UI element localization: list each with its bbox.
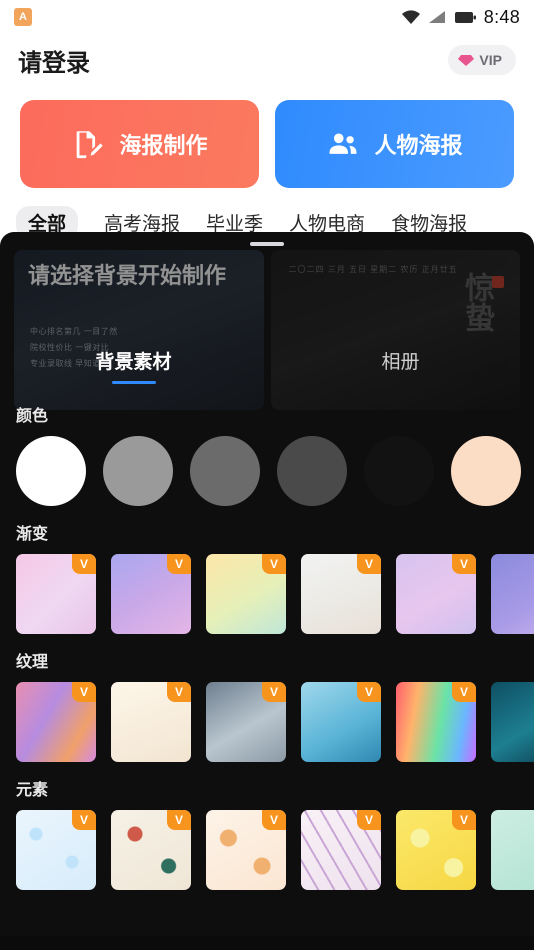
poster-make-label: 海报制作 <box>119 133 208 158</box>
vip-flag-icon: V <box>357 554 381 574</box>
battery-icon <box>454 10 477 24</box>
texture-thumb[interactable]: V <box>16 682 96 762</box>
preview-line: 中心排名第几 一目了然 <box>30 327 118 336</box>
people-icon <box>326 127 360 161</box>
gradient-thumb[interactable]: V <box>206 554 286 634</box>
app-badge-icon: A <box>14 8 32 26</box>
vip-flag-icon: V <box>167 682 191 702</box>
texture-thumb[interactable]: V <box>206 682 286 762</box>
clock: 8:48 <box>483 6 520 27</box>
poster-make-button[interactable]: 海报制作 <box>20 100 259 188</box>
header: 请登录 VIP <box>0 34 534 86</box>
page-title[interactable]: 请登录 <box>18 43 90 78</box>
gradient-thumb[interactable]: V <box>16 554 96 634</box>
texture-row[interactable]: V V V V V V <box>0 682 534 762</box>
wifi-icon <box>401 9 421 25</box>
vip-flag-icon: V <box>167 554 191 574</box>
gradient-thumb[interactable]: V <box>111 554 191 634</box>
diamond-icon <box>458 52 475 68</box>
drag-handle[interactable] <box>250 242 284 246</box>
gradient-row[interactable]: V V V V V V <box>0 554 534 634</box>
background-picker-sheet: 请选择背景开始制作 中心排名第几 一目了然 院校性价比 一键对比 专业录取线 早… <box>0 232 534 950</box>
color-swatch[interactable] <box>103 436 173 506</box>
texture-thumb[interactable]: V <box>301 682 381 762</box>
document-edit-icon <box>71 127 105 161</box>
section-title-texture: 纹理 <box>16 654 49 671</box>
section-title-element: 元素 <box>16 782 49 799</box>
color-swatch[interactable] <box>451 436 521 506</box>
person-poster-label: 人物海报 <box>374 133 463 158</box>
vip-flag-icon: V <box>262 554 286 574</box>
element-thumb[interactable]: V <box>301 810 381 890</box>
texture-thumb[interactable]: V <box>491 682 534 762</box>
preview-calendar-text: 二〇二四 三月 五日 星期二 农历 正月廿五 <box>288 265 458 274</box>
vip-flag-icon: V <box>357 682 381 702</box>
template-preview-row: 请选择背景开始制作 中心排名第几 一目了然 院校性价比 一键对比 专业录取线 早… <box>0 250 534 410</box>
gradient-thumb[interactable]: V <box>396 554 476 634</box>
vip-flag-icon: V <box>262 810 286 830</box>
status-bar-left: A <box>14 8 32 26</box>
color-swatch[interactable] <box>16 436 86 506</box>
primary-actions: 海报制作 人物海报 <box>0 86 534 198</box>
vip-flag-icon: V <box>72 554 96 574</box>
tab-album[interactable]: 相册 <box>267 347 534 384</box>
element-thumb[interactable]: V <box>491 810 534 890</box>
vip-flag-icon: V <box>452 810 476 830</box>
seal-icon <box>492 276 504 288</box>
preview-headline-text: 惊蛰 <box>460 272 493 332</box>
vip-flag-icon: V <box>72 810 96 830</box>
gradient-thumb[interactable]: V <box>491 554 534 634</box>
gradient-thumb[interactable]: V <box>301 554 381 634</box>
color-swatch[interactable] <box>364 436 434 506</box>
tab-background-material[interactable]: 背景素材 <box>0 347 267 384</box>
vip-label: VIP <box>479 52 502 68</box>
template-preview-card[interactable]: 请选择背景开始制作 中心排名第几 一目了然 院校性价比 一键对比 专业录取线 早… <box>14 250 264 410</box>
vip-flag-icon: V <box>167 810 191 830</box>
vip-flag-icon: V <box>452 554 476 574</box>
element-row[interactable]: V V V V V V <box>0 810 534 890</box>
texture-thumb[interactable]: V <box>396 682 476 762</box>
element-thumb[interactable]: V <box>396 810 476 890</box>
element-thumb[interactable]: V <box>16 810 96 890</box>
sheet-tab-bar: 背景素材 相册 <box>0 340 534 384</box>
section-title-gradient: 渐变 <box>16 526 49 543</box>
section-title-color: 颜色 <box>16 408 49 425</box>
vip-flag-icon: V <box>452 682 476 702</box>
vip-button[interactable]: VIP <box>448 45 516 75</box>
signal-icon <box>428 9 448 25</box>
app-root: A 8:48 请登录 VIP 海报制作 人物海报 全部 高考海报 毕业季 人物电… <box>0 0 534 950</box>
color-swatch-row[interactable] <box>0 436 534 506</box>
sheet-content[interactable]: 颜色 渐变 V V V V V 纹理 V V V V V 元素 V V V V … <box>0 388 534 950</box>
vip-flag-icon: V <box>262 682 286 702</box>
status-bar: A 8:48 <box>0 0 534 34</box>
vip-flag-icon: V <box>72 682 96 702</box>
color-swatch[interactable] <box>277 436 347 506</box>
element-thumb[interactable]: V <box>111 810 191 890</box>
vip-flag-icon: V <box>357 810 381 830</box>
color-swatch[interactable] <box>190 436 260 506</box>
template-preview-card[interactable]: 二〇二四 三月 五日 星期二 农历 正月廿五 惊蛰 <box>270 250 520 410</box>
status-bar-right: 8:48 <box>401 7 520 28</box>
texture-thumb[interactable]: V <box>111 682 191 762</box>
template-preview-title: 请选择背景开始制作 <box>28 263 227 288</box>
system-nav-bar <box>0 936 534 950</box>
element-thumb[interactable]: V <box>206 810 286 890</box>
person-poster-button[interactable]: 人物海报 <box>275 100 514 188</box>
